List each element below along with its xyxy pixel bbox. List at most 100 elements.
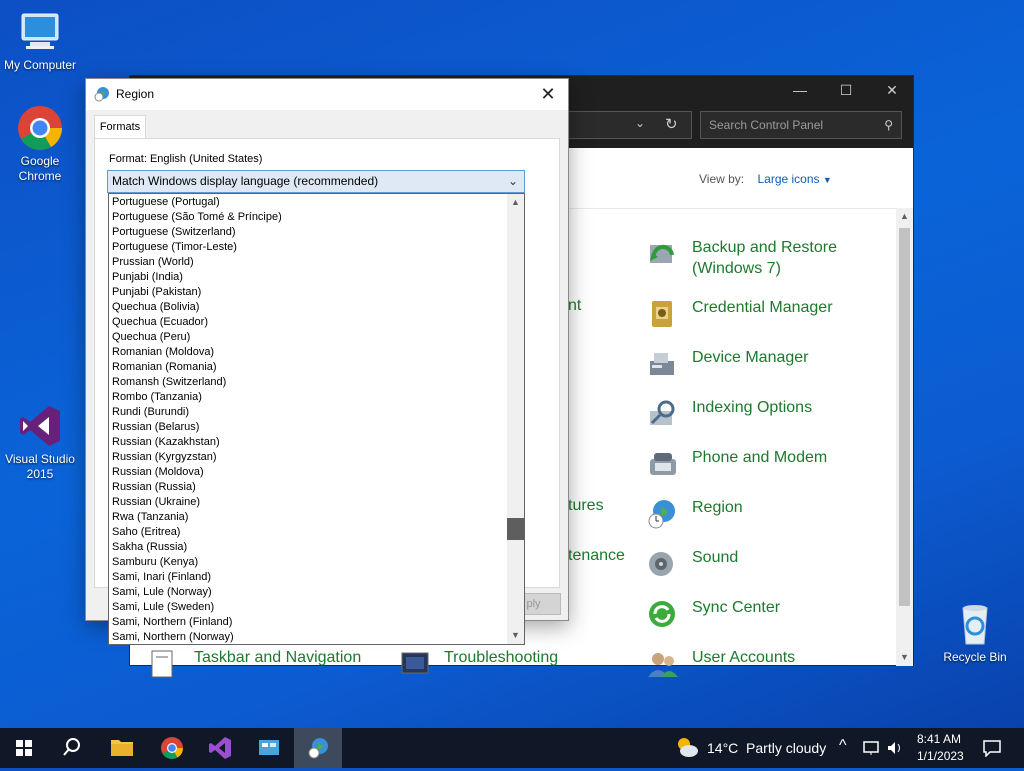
dropdown-option[interactable]: Quechua (Bolivia) (109, 300, 507, 315)
chevron-down-icon[interactable]: ⌄ (635, 116, 645, 130)
format-dropdown-list[interactable]: Portuguese (Portugal) Portuguese (São Tom… (108, 193, 525, 645)
dropdown-option[interactable]: Russian (Kyrgyzstan) (109, 450, 507, 465)
sync-center-icon (649, 601, 675, 627)
cp-item-label: Phone and Modem (692, 449, 828, 466)
clock-time[interactable]: 8:41 AM (917, 732, 961, 746)
cp-item-device-manager[interactable]: Device Manager (646, 347, 809, 381)
cp-item-region[interactable]: Region (646, 497, 743, 531)
dropdown-option[interactable]: Sami, Inari (Finland) (109, 570, 507, 585)
phone-modem-icon (650, 453, 676, 475)
visual-studio-button[interactable] (196, 728, 244, 768)
cp-item-credential-manager[interactable]: Credential Manager (646, 297, 833, 331)
maximize-button[interactable]: ☐ (823, 76, 869, 104)
desktop-icon-google-chrome[interactable]: Google Chrome (0, 104, 80, 184)
dropdown-option[interactable]: Sami, Lule (Sweden) (109, 600, 507, 615)
dropdown-option[interactable]: Portuguese (Timor-Leste) (109, 240, 507, 255)
dropdown-option[interactable]: Punjabi (India) (109, 270, 507, 285)
scroll-thumb[interactable] (507, 518, 524, 540)
region-taskbar-button[interactable] (294, 728, 342, 768)
dropdown-option[interactable]: Sami, Northern (Norway) (109, 630, 507, 644)
cp-item-backup-restore[interactable]: Backup and Restore (Windows 7) (646, 237, 842, 279)
tab-formats[interactable]: Formats (94, 115, 146, 139)
minimize-button[interactable]: — (777, 76, 823, 104)
format-dropdown[interactable]: Match Windows display language (recommen… (107, 170, 525, 193)
cp-item-label: Device Manager (692, 349, 809, 366)
search-control-panel-input[interactable]: Search Control Panel ⚲ (700, 111, 902, 139)
scroll-thumb[interactable] (899, 228, 910, 606)
dropdown-option[interactable]: Rombo (Tanzania) (109, 390, 507, 405)
cp-item-phone-modem[interactable]: Phone and Modem (646, 447, 827, 481)
dropdown-option[interactable]: Russian (Russia) (109, 480, 507, 495)
scroll-up-arrow[interactable]: ▲ (507, 194, 524, 211)
dropdown-option[interactable]: Sakha (Russia) (109, 540, 507, 555)
search-button[interactable] (48, 728, 96, 768)
refresh-icon[interactable]: ↻ (665, 115, 678, 133)
taskbar-navigation-icon (151, 650, 173, 678)
dropdown-option[interactable]: Romanian (Romania) (109, 360, 507, 375)
close-button[interactable]: ✕ (528, 79, 568, 110)
chrome-button[interactable] (148, 728, 196, 768)
visual-studio-icon (209, 737, 231, 759)
control-panel-button[interactable] (245, 728, 293, 768)
dropdown-option[interactable]: Russian (Kazakhstan) (109, 435, 507, 450)
cp-item-indexing-options[interactable]: Indexing Options (646, 397, 812, 431)
weather-text[interactable]: 14°C Partly cloudy (707, 740, 826, 756)
scroll-down-arrow[interactable]: ▼ (896, 649, 913, 666)
device-manager-icon (650, 353, 674, 375)
cp-item-partial[interactable]: nt (568, 297, 581, 315)
dropdown-option[interactable]: Russian (Ukraine) (109, 495, 507, 510)
dropdown-scrollbar[interactable]: ▲ ▼ (507, 194, 524, 644)
view-by-label: View by: (699, 172, 745, 186)
cp-item-label: Sync Center (692, 599, 781, 616)
search-icon: ⚲ (884, 118, 893, 132)
start-button[interactable] (0, 728, 48, 768)
cp-item-sound[interactable]: Sound (646, 547, 738, 581)
cp-item-sync-center[interactable]: Sync Center (646, 597, 780, 631)
desktop-icon-label: Recycle Bin (943, 650, 1007, 664)
view-by: View by: Large icons ▼ (699, 172, 832, 186)
dropdown-option[interactable]: Russian (Moldova) (109, 465, 507, 480)
cp-item-troubleshooting[interactable]: Troubleshooting (398, 647, 558, 681)
dropdown-option[interactable]: Prussian (World) (109, 255, 507, 270)
dropdown-option[interactable]: Rundi (Burundi) (109, 405, 507, 420)
volume-icon[interactable] (886, 740, 904, 756)
dropdown-option[interactable]: Rwa (Tanzania) (109, 510, 507, 525)
dropdown-option[interactable]: Sami, Northern (Finland) (109, 615, 507, 630)
dropdown-option[interactable]: Romansh (Switzerland) (109, 375, 507, 390)
search-icon (63, 738, 80, 756)
dropdown-option[interactable]: Sami, Lule (Norway) (109, 585, 507, 600)
cp-item-partial[interactable]: tenance (568, 547, 625, 565)
scroll-down-arrow[interactable]: ▼ (507, 627, 524, 644)
desktop-icon-visual-studio[interactable]: Visual Studio 2015 (0, 402, 80, 482)
dropdown-option[interactable]: Portuguese (Portugal) (109, 195, 507, 210)
view-by-dropdown[interactable]: Large icons ▼ (757, 172, 831, 186)
dropdown-option[interactable]: Quechua (Ecuador) (109, 315, 507, 330)
network-icon[interactable] (862, 740, 880, 756)
dropdown-option[interactable]: Portuguese (São Tomé & Príncipe) (109, 210, 507, 225)
dropdown-option[interactable]: Russian (Belarus) (109, 420, 507, 435)
region-icon (648, 500, 675, 529)
dropdown-option[interactable]: Portuguese (Switzerland) (109, 225, 507, 240)
cp-item-label: Sound (692, 549, 739, 566)
dropdown-option[interactable]: Punjabi (Pakistan) (109, 285, 507, 300)
scroll-up-arrow[interactable]: ▲ (896, 208, 913, 225)
cp-item-partial[interactable]: tures (568, 497, 604, 515)
file-explorer-button[interactable] (98, 728, 146, 768)
desktop-icon-recycle-bin[interactable]: Recycle Bin (935, 600, 1015, 665)
cp-item-label: User Accounts (692, 649, 796, 666)
control-panel-scrollbar[interactable]: ▲ ▼ (896, 208, 913, 666)
desktop-icon-my-computer[interactable]: My Computer (0, 8, 80, 73)
dropdown-option[interactable]: Samburu (Kenya) (109, 555, 507, 570)
clock-date[interactable]: 1/1/2023 (917, 749, 964, 763)
notification-icon[interactable] (982, 739, 1002, 757)
close-button[interactable]: ✕ (869, 76, 915, 104)
dropdown-option[interactable]: Romanian (Moldova) (109, 345, 507, 360)
dropdown-option[interactable]: Saho (Eritrea) (109, 525, 507, 540)
my-computer-icon (16, 8, 64, 56)
address-field[interactable]: ⌄ ↻ (560, 111, 692, 139)
dropdown-option[interactable]: Quechua (Peru) (109, 330, 507, 345)
cp-item-user-accounts[interactable]: User Accounts (646, 647, 795, 681)
cp-item-taskbar-navigation[interactable]: Taskbar and Navigation (148, 647, 361, 681)
chevron-up-icon[interactable]: ^ (839, 737, 847, 755)
user-accounts-icon (648, 653, 678, 677)
